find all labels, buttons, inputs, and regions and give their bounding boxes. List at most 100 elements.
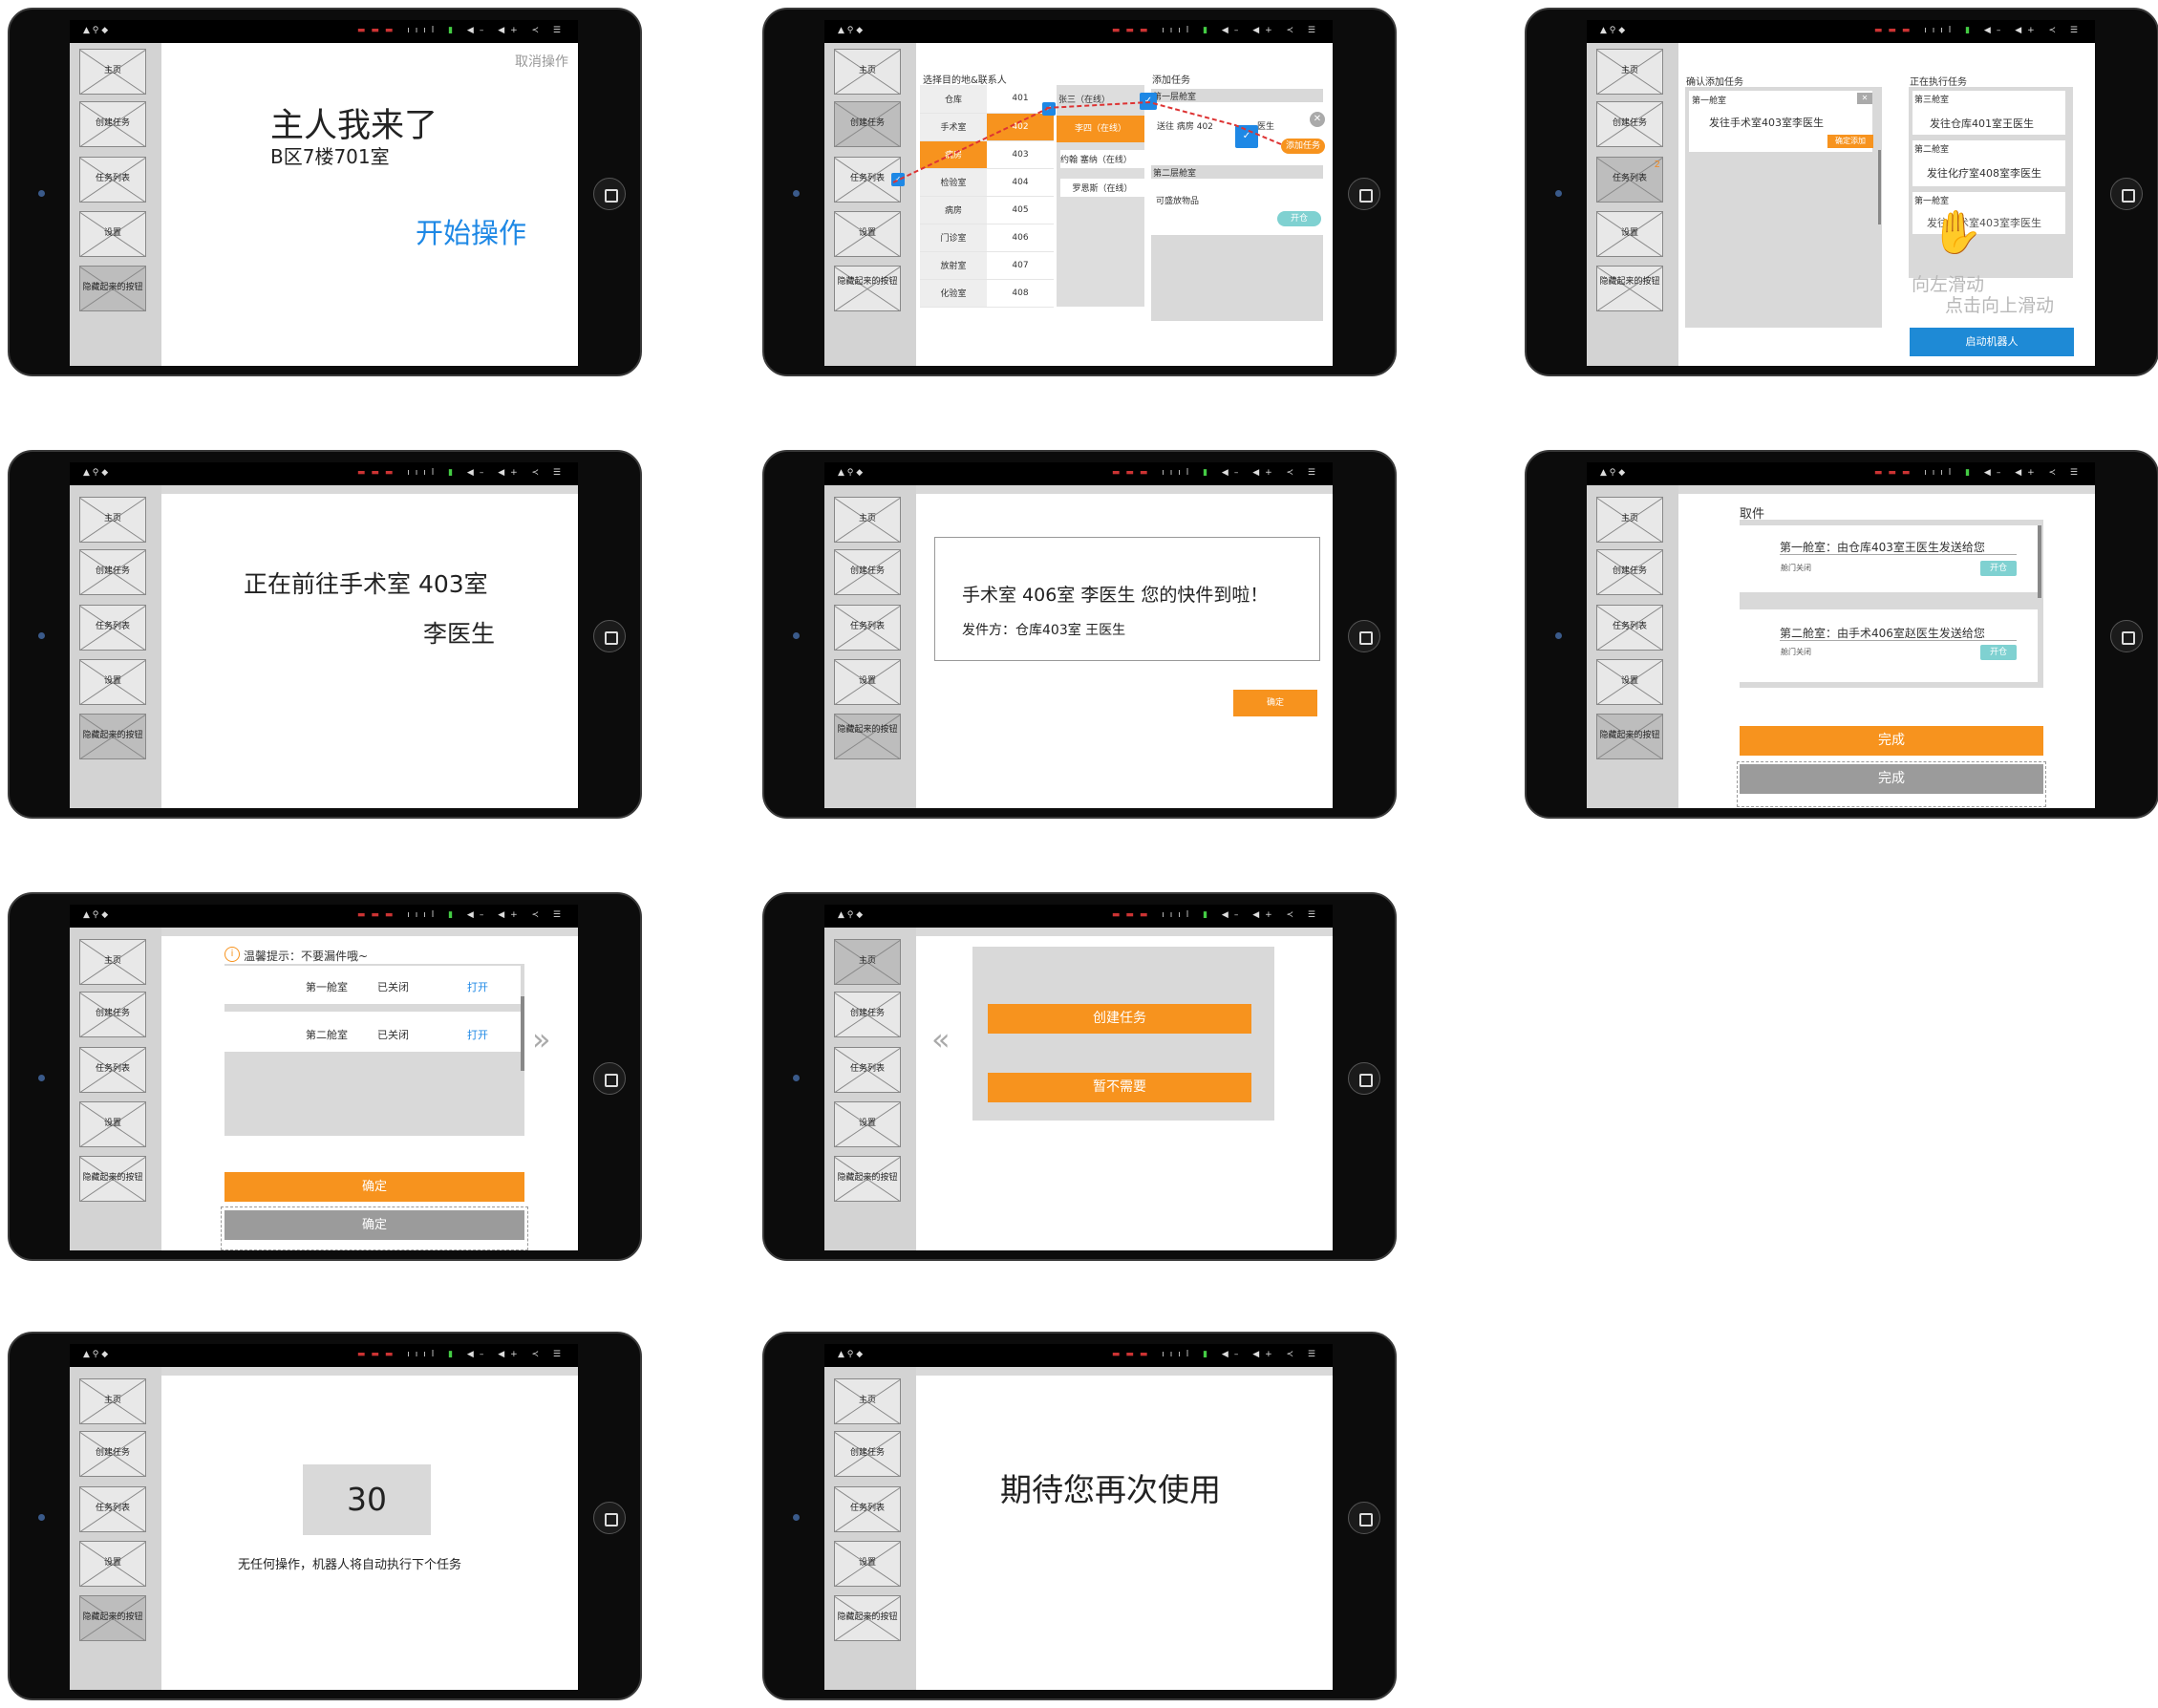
nav-home[interactable]: 主页	[1596, 49, 1663, 95]
nav-hidden-button[interactable]: 隐藏起来的按钮	[79, 266, 146, 311]
home-button[interactable]	[593, 178, 626, 210]
volume-icon: ◀– ◀+ ≺ ☰	[466, 26, 566, 35]
wifi-icon: ▮	[448, 910, 459, 920]
screen: ▲ ⚲ ◆ ▬▬▬ ıııl ▮ ◀– ◀+ ≺ ☰ 主页 创建任务 任务列表 设…	[824, 20, 1333, 366]
home-button[interactable]	[1348, 1502, 1380, 1534]
list-item[interactable]	[1740, 525, 2038, 592]
nav-create-task[interactable]: 创建任务	[1596, 549, 1663, 595]
nav-hidden-button[interactable]: 隐藏起来的按钮	[834, 1156, 901, 1202]
nav-hidden-button[interactable]: 隐藏起来的按钮	[79, 1595, 146, 1641]
home-button[interactable]	[2110, 178, 2143, 210]
delete-icon[interactable]: ✕	[1857, 93, 1872, 104]
info-icon: i	[224, 947, 240, 962]
cancel-link[interactable]: 取消操作	[515, 52, 568, 71]
status-bar: ▲ ⚲ ◆ ▬▬▬ ıııl ▮ ◀– ◀+ ≺ ☰	[1587, 20, 2095, 43]
nav-settings[interactable]: 设置	[1596, 211, 1663, 257]
open-link[interactable]: 打开	[467, 1027, 488, 1042]
nav-hidden-button[interactable]: 隐藏起来的按钮	[1596, 266, 1663, 311]
home-button[interactable]	[593, 1062, 626, 1095]
signal-icon: ıııl	[1162, 910, 1195, 920]
nav-create-task[interactable]: 创建任务	[79, 549, 146, 595]
not-needed-button[interactable]: 暂不需要	[988, 1073, 1251, 1102]
nav-settings[interactable]: 设置	[79, 659, 146, 705]
nav-task-list[interactable]: 任务列表	[834, 1047, 901, 1093]
status-bar: ▲ ⚲ ◆ ▬▬▬ ıııl ▮ ◀– ◀+ ≺ ☰	[70, 1344, 578, 1367]
confirm-add-button[interactable]: 确定添加	[1827, 135, 1873, 148]
cabin-name: 第二舱室	[306, 1029, 348, 1041]
nav-task-list[interactable]: 任务列表	[79, 1486, 146, 1532]
nav-create-task[interactable]: 创建任务	[79, 101, 146, 147]
create-task-button[interactable]: 创建任务	[988, 1004, 1251, 1034]
nav-settings[interactable]: 设置	[834, 1101, 901, 1147]
open-cabin-button[interactable]: 开仓	[1980, 561, 2017, 576]
start-robot-button[interactable]: 启动机器人	[1910, 328, 2074, 356]
nav-hidden-button[interactable]: 隐藏起来的按钮	[834, 714, 901, 759]
sidebar: 主页 创建任务 任务列表 设置 隐藏起来的按钮	[824, 485, 916, 808]
home-button[interactable]	[1348, 178, 1380, 210]
recipient-text: 李医生	[423, 620, 496, 648]
nav-create-task[interactable]: 创建任务	[834, 549, 901, 595]
status-bar: ▲ ⚲ ◆ ▬▬▬ ıııl ▮ ◀– ◀+ ≺ ☰	[824, 462, 1333, 485]
wifi-icon: ▮	[1203, 1350, 1214, 1359]
sidebar: 主页 创建任务 任务列表 设置 隐藏起来的按钮	[824, 928, 916, 1250]
nav-home[interactable]: 主页	[834, 497, 901, 543]
nav-settings[interactable]: 设置	[79, 1101, 146, 1147]
tablet-screen-3: ▲ ⚲ ◆ ▬▬▬ ıııl ▮ ◀– ◀+ ≺ ☰ 主页 创建任务 任务列表 2 …	[1525, 8, 2158, 376]
nav-create-task[interactable]: 创建任务	[834, 1431, 901, 1477]
confirm-button[interactable]: 确定	[1233, 690, 1317, 716]
nav-settings[interactable]: 设置	[79, 1541, 146, 1587]
nav-home[interactable]: 主页	[79, 49, 146, 95]
pickup-item-text: 第二舱室：由手术406室赵医生发送给您	[1780, 627, 1985, 640]
scrollbar[interactable]	[1878, 150, 1881, 224]
nav-home[interactable]: 主页	[834, 1378, 901, 1424]
nav-task-list[interactable]: 任务列表 2	[1596, 157, 1663, 203]
status-left-icons: ▲ ⚲ ◆	[838, 1350, 864, 1359]
confirm-button-disabled: 确定	[224, 1210, 524, 1240]
chevron-right-icon[interactable]: »	[532, 1021, 551, 1057]
nav-create-task[interactable]: 创建任务	[79, 992, 146, 1037]
nav-hidden-button[interactable]: 隐藏起来的按钮	[79, 1156, 146, 1202]
nav-task-list[interactable]: 任务列表	[834, 1486, 901, 1532]
nav-settings[interactable]: 设置	[1596, 659, 1663, 705]
start-button[interactable]: 开始操作	[416, 211, 526, 251]
nav-home[interactable]: 主页	[834, 939, 901, 985]
scrollbar[interactable]	[2038, 525, 2041, 598]
wifi-icon: ▮	[1203, 468, 1214, 478]
nav-create-task[interactable]: 创建任务	[79, 1431, 146, 1477]
pickup-item-text: 第一舱室：由仓库403室王医生发送给您	[1780, 541, 1985, 554]
nav-hidden-button[interactable]: 隐藏起来的按钮	[79, 714, 146, 759]
nav-task-list[interactable]: 任务列表	[1596, 605, 1663, 651]
home-button[interactable]	[2110, 620, 2143, 652]
nav-settings[interactable]: 设置	[834, 1541, 901, 1587]
nav-settings[interactable]: 设置	[834, 659, 901, 705]
nav-hidden-button[interactable]: 隐藏起来的按钮	[834, 1595, 901, 1641]
battery-icon: ▬▬▬	[356, 910, 399, 920]
home-button[interactable]	[593, 1502, 626, 1534]
camera-lens	[793, 1514, 800, 1521]
nav-home[interactable]: 主页	[79, 1378, 146, 1424]
nav-task-list[interactable]: 任务列表	[834, 605, 901, 651]
sidebar: 主页 创建任务 任务列表 设置 隐藏起来的按钮	[1587, 485, 1678, 808]
nav-create-task[interactable]: 创建任务	[834, 992, 901, 1037]
scrollbar[interactable]	[521, 996, 524, 1071]
volume-icon: ◀– ◀+ ≺ ☰	[1221, 910, 1321, 920]
chevron-left-icon[interactable]: «	[931, 1021, 951, 1057]
nav-home[interactable]: 主页	[1596, 497, 1663, 543]
nav-task-list[interactable]: 任务列表	[79, 605, 146, 651]
nav-settings[interactable]: 设置	[79, 211, 146, 257]
nav-hidden-button[interactable]: 隐藏起来的按钮	[1596, 714, 1663, 759]
home-button[interactable]	[1348, 620, 1380, 652]
nav-create-task[interactable]: 创建任务	[1596, 101, 1663, 147]
nav-task-list[interactable]: 任务列表	[79, 1047, 146, 1093]
nav-task-list[interactable]: 任务列表	[79, 157, 146, 203]
confirm-button[interactable]: 确定	[224, 1172, 524, 1202]
status-bar: ▲ ⚲ ◆ ▬▬▬ ıııl ▮ ◀– ◀+ ≺ ☰	[70, 462, 578, 485]
camera-lens	[793, 1075, 800, 1081]
open-cabin-button[interactable]: 开仓	[1980, 645, 2017, 660]
home-button[interactable]	[593, 620, 626, 652]
nav-home[interactable]: 主页	[79, 939, 146, 985]
open-link[interactable]: 打开	[467, 979, 488, 994]
nav-home[interactable]: 主页	[79, 497, 146, 543]
done-button[interactable]: 完成	[1740, 726, 2043, 756]
home-button[interactable]	[1348, 1062, 1380, 1095]
